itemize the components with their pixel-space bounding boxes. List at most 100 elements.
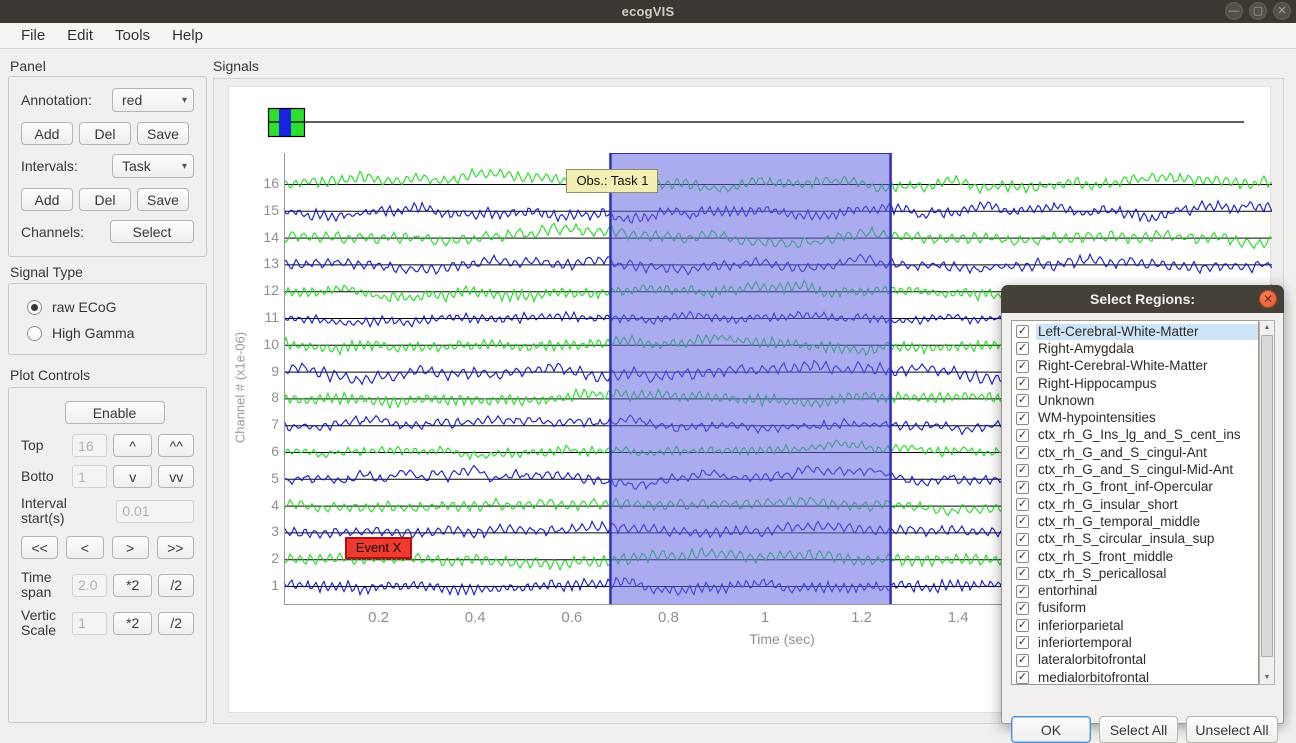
interval-annotation-label[interactable]: Obs.: Task 1 (566, 169, 658, 193)
scroll-up-icon[interactable]: ▲ (1260, 321, 1274, 334)
menu-item-3[interactable]: Help (161, 25, 214, 47)
time-span-label: Time span (21, 570, 66, 600)
y-tick-9: 9 (257, 363, 279, 379)
menu-item-2[interactable]: Tools (104, 25, 161, 47)
vertical-scale-x2-button[interactable]: *2 (113, 612, 152, 635)
annotation-value: red (122, 92, 142, 108)
vertical-scale-div2-button[interactable]: /2 (158, 612, 194, 635)
regions-scrollbar[interactable]: ▲ ▼ (1259, 320, 1275, 685)
annotation-combobox[interactable]: red ▾ (112, 88, 194, 112)
window-control-2[interactable]: ✕ (1273, 2, 1291, 20)
intervals-button-0[interactable]: Add (21, 188, 73, 211)
time-span-input[interactable]: 2.0 (72, 574, 107, 597)
check-icon: ✓ (1018, 568, 1027, 579)
nav-button-0[interactable]: << (21, 536, 58, 559)
menu-item-1[interactable]: Edit (56, 25, 104, 47)
region-item-label: ctx_rh_S_front_middle (1036, 549, 1258, 565)
intervals-combobox[interactable]: Task ▾ (112, 154, 194, 178)
checkbox-checked[interactable]: ✓ (1016, 498, 1029, 511)
annotation-button-0[interactable]: Add (21, 122, 73, 145)
checkbox-checked[interactable]: ✓ (1016, 515, 1029, 528)
region-item-label: ctx_rh_G_Ins_lg_and_S_cent_ins (1036, 427, 1258, 443)
region-item-label: medialorbitofrontal (1036, 670, 1258, 685)
ok-button[interactable]: OK (1011, 716, 1091, 743)
checkbox-checked[interactable]: ✓ (1016, 342, 1029, 355)
checkbox-checked[interactable]: ✓ (1016, 550, 1029, 563)
radio-button[interactable] (27, 326, 42, 341)
annotation-button-2[interactable]: Save (137, 122, 189, 145)
checkbox-checked[interactable]: ✓ (1016, 619, 1029, 632)
checkbox-checked[interactable]: ✓ (1016, 446, 1029, 459)
scroll-down-icon[interactable]: ▼ (1260, 671, 1274, 684)
interval-start-input[interactable]: 0.01 (116, 500, 194, 523)
region-item-10: ✓ ctx_rh_G_insular_short (1012, 496, 1258, 513)
checkbox-checked[interactable]: ✓ (1016, 533, 1029, 546)
event-annotation-label[interactable]: Event X (345, 537, 413, 559)
window-control-0[interactable]: — (1225, 2, 1243, 20)
stepper-button-2[interactable]: ^^ (158, 434, 194, 457)
stepper-button-2[interactable]: vv (158, 465, 194, 488)
stepper-button-1[interactable]: v (113, 465, 152, 488)
checkbox-checked[interactable]: ✓ (1016, 481, 1029, 494)
unselect-all-button[interactable]: Unselect All (1186, 716, 1278, 743)
region-item-16: ✓ fusiform (1012, 600, 1258, 617)
region-item-label: Unknown (1036, 393, 1258, 409)
checkbox-checked[interactable]: ✓ (1016, 654, 1029, 667)
check-icon: ✓ (1018, 482, 1027, 493)
checkbox-checked[interactable]: ✓ (1016, 464, 1029, 477)
channels-select-button[interactable]: Select (110, 220, 194, 243)
region-item-1: ✓ Right-Amygdala (1012, 340, 1258, 357)
interval-start-label: Interval start(s) (21, 496, 103, 526)
region-item-label: ctx_rh_G_and_S_cingul-Mid-Ant (1036, 462, 1258, 478)
stepper-value-input[interactable]: 16 (72, 434, 107, 457)
checkbox-checked[interactable]: ✓ (1016, 412, 1029, 425)
scrollbar-thumb[interactable] (1261, 335, 1273, 657)
time-span-x2-button[interactable]: *2 (113, 574, 152, 597)
region-item-20: ✓ medialorbitofrontal (1012, 669, 1258, 685)
checkbox-checked[interactable]: ✓ (1016, 671, 1029, 684)
intervals-button-2[interactable]: Save (137, 188, 189, 211)
intervals-value: Task (122, 158, 151, 174)
time-span-div2-button[interactable]: /2 (158, 574, 194, 597)
x-tick-1: 1 (743, 609, 787, 626)
stepper-button-1[interactable]: ^ (113, 434, 152, 457)
region-item-label: lateralorbitofrontal (1036, 652, 1258, 668)
region-item-4: ✓ Unknown (1012, 392, 1258, 409)
vertical-scale-input[interactable]: 1 (72, 612, 107, 635)
checkbox-checked[interactable]: ✓ (1016, 325, 1029, 338)
checkbox-checked[interactable]: ✓ (1016, 602, 1029, 615)
region-item-18: ✓ inferiortemporal (1012, 634, 1258, 651)
checkbox-checked[interactable]: ✓ (1016, 394, 1029, 407)
channels-label: Channels: (21, 224, 84, 240)
radio-button[interactable] (27, 300, 42, 315)
select-all-button[interactable]: Select All (1099, 716, 1178, 743)
menu-item-0[interactable]: File (10, 25, 56, 47)
enable-button[interactable]: Enable (65, 401, 165, 424)
checkbox-checked[interactable]: ✓ (1016, 429, 1029, 442)
checkbox-checked[interactable]: ✓ (1016, 360, 1029, 373)
checkbox-checked[interactable]: ✓ (1016, 377, 1029, 390)
checkbox-checked[interactable]: ✓ (1016, 585, 1029, 598)
dialog-title: Select Regions: (1090, 291, 1195, 307)
checkbox-checked[interactable]: ✓ (1016, 567, 1029, 580)
x-tick-1.4: 1.4 (936, 609, 980, 626)
stepper-value-input[interactable]: 1 (72, 465, 107, 488)
region-item-label: entorhinal (1036, 583, 1258, 599)
intervals-button-1[interactable]: Del (79, 188, 131, 211)
check-icon: ✓ (1018, 586, 1027, 597)
region-item-label: ctx_rh_G_temporal_middle (1036, 514, 1258, 530)
dialog-close-icon[interactable]: ✕ (1259, 290, 1277, 308)
annotation-button-1[interactable]: Del (79, 122, 131, 145)
checkbox-checked[interactable]: ✓ (1016, 636, 1029, 649)
dialog-titlebar[interactable]: Select Regions: ✕ (1001, 285, 1284, 313)
window-control-1[interactable]: ▢ (1249, 2, 1267, 20)
nav-button-1[interactable]: < (66, 536, 103, 559)
region-item-label: ctx_rh_S_circular_insula_sup (1036, 531, 1258, 547)
nav-button-2[interactable]: > (112, 536, 149, 559)
stepper-row-0: Top 16 ^ ^^ (21, 434, 194, 457)
region-item-label: Right-Amygdala (1036, 341, 1258, 357)
vertical-scale-label: Vertic Scale (21, 608, 66, 638)
region-item-8: ✓ ctx_rh_G_and_S_cingul-Mid-Ant (1012, 461, 1258, 478)
y-tick-6: 6 (257, 443, 279, 459)
nav-button-3[interactable]: >> (157, 536, 194, 559)
